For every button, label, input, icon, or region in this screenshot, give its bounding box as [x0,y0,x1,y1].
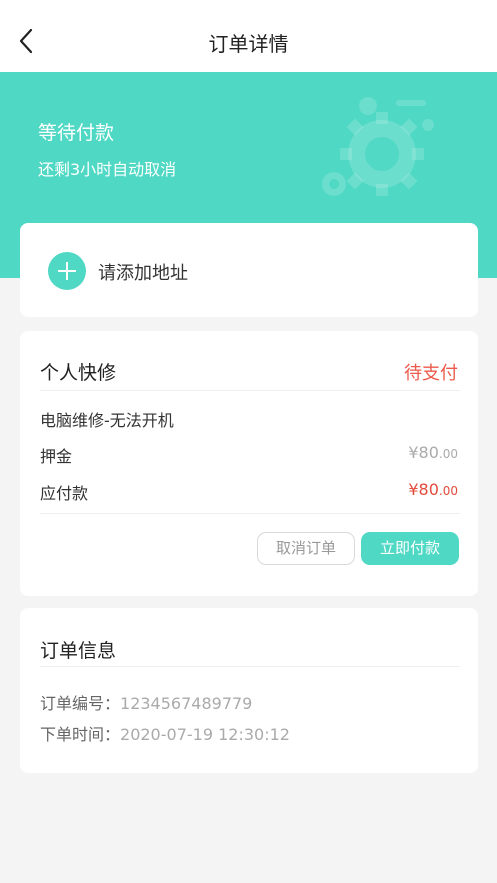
page-title: 订单详情 [208,32,289,56]
pay-now-button[interactable]: 立即付款 [361,532,459,565]
payable-label: 应付款 [40,484,89,503]
navigation-bar: 订单详情 [0,0,497,72]
order-time-label: 下单时间： [40,725,121,744]
cancel-order-button[interactable]: 取消订单 [257,532,355,565]
payment-status-badge: 待支付 [404,363,458,384]
order-item-name: 电脑维修-无法开机 [40,411,174,430]
order-number-row: 订单编号：1234567489779 [40,690,252,714]
order-time-value: 2020-07-19 12:30:12 [120,725,290,744]
payable-amount: ¥80.00 [408,480,458,499]
service-title: 个人快修 [40,362,117,384]
order-status-subtitle: 还剩3小时自动取消 [38,160,177,179]
deposit-amount: ¥80.00 [408,443,458,462]
divider [40,390,460,391]
order-card: 个人快修 待支付 电脑维修-无法开机 押金 ¥80.00 应付款 ¥80.00 … [20,331,478,596]
deposit-label: 押金 [40,447,73,466]
gears-icon [310,92,460,212]
order-number-value: 1234567489779 [120,694,253,713]
order-info-card: 订单信息 订单编号：1234567489779 下单时间：2020-07-19 … [20,608,478,773]
order-info-title: 订单信息 [40,640,117,662]
order-time-row: 下单时间：2020-07-19 12:30:12 [40,721,290,745]
plus-circle-icon[interactable] [48,252,86,290]
address-card[interactable]: 请添加地址 [20,223,478,317]
add-address-label[interactable]: 请添加地址 [98,259,188,285]
order-status-title: 等待付款 [38,122,115,144]
divider [40,666,460,667]
divider [40,513,460,514]
order-number-label: 订单编号： [40,694,121,713]
